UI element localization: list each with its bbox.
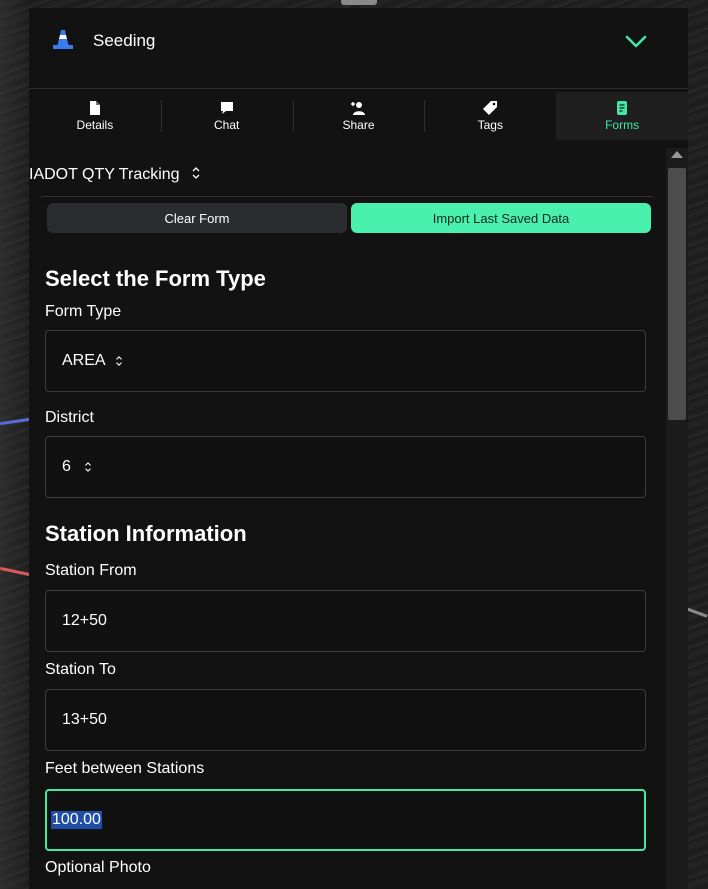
tab-label: Details bbox=[76, 118, 114, 132]
section-title: Station Information bbox=[45, 521, 247, 546]
feature-panel: Seeding Details Chat Share Tags Forms IA… bbox=[29, 8, 688, 889]
tab-label: Chat bbox=[214, 118, 240, 132]
tab-chat[interactable]: Chat bbox=[160, 92, 293, 140]
scroll-thumb[interactable] bbox=[668, 168, 686, 420]
updown-icon bbox=[115, 356, 122, 366]
field-label: Form Type bbox=[45, 303, 122, 320]
tab-bar: Details Chat Share Tags Forms bbox=[29, 92, 688, 140]
field-label: Station To bbox=[45, 661, 116, 678]
field-label: Station From bbox=[45, 562, 137, 579]
field-label: Optional Photo bbox=[45, 859, 151, 876]
tab-label: Tags bbox=[477, 118, 503, 132]
form-type-select[interactable]: AREA bbox=[45, 330, 646, 392]
drag-handle[interactable] bbox=[341, 0, 377, 5]
document-icon bbox=[89, 101, 100, 115]
scroll-up-arrow-icon[interactable] bbox=[671, 151, 683, 158]
field-label: District bbox=[45, 409, 94, 426]
updown-icon bbox=[85, 462, 91, 472]
form-type-value: AREA bbox=[62, 352, 106, 369]
tab-details[interactable]: Details bbox=[29, 92, 161, 140]
district-select[interactable]: 6 bbox=[45, 436, 646, 498]
form-selector[interactable]: IADOT QTY Tracking bbox=[29, 166, 202, 184]
traffic-cone-icon bbox=[53, 30, 73, 49]
tag-icon bbox=[483, 101, 498, 115]
feet-between-stations-input[interactable]: 100.00 bbox=[45, 789, 646, 851]
import-last-saved-button[interactable]: Import Last Saved Data bbox=[351, 203, 651, 233]
tab-share[interactable]: Share bbox=[292, 92, 425, 140]
chat-bubble-icon bbox=[220, 102, 233, 114]
selector-divider bbox=[41, 196, 653, 197]
field-label: Feet between Stations bbox=[45, 760, 205, 777]
updown-icon bbox=[192, 167, 200, 179]
tab-label: Share bbox=[342, 118, 375, 132]
station-from-value: 12+50 bbox=[62, 612, 107, 629]
tab-tags[interactable]: Tags bbox=[424, 92, 556, 140]
clear-form-button[interactable]: Clear Form bbox=[47, 203, 347, 233]
section-title: Select the Form Type bbox=[45, 266, 266, 291]
chevron-down-icon[interactable] bbox=[624, 34, 648, 50]
form-content: IADOT QTY Tracking Clear Form Import Las… bbox=[29, 148, 666, 889]
feature-title: Seeding bbox=[93, 31, 156, 50]
form-selector-label: IADOT QTY Tracking bbox=[29, 166, 180, 183]
district-value: 6 bbox=[62, 458, 71, 475]
scrollbar[interactable] bbox=[666, 148, 688, 889]
tab-label: Forms bbox=[605, 118, 640, 132]
header-divider bbox=[29, 88, 688, 89]
feet-value: 100.00 bbox=[51, 811, 102, 829]
tab-forms[interactable]: Forms bbox=[556, 92, 688, 140]
add-user-icon bbox=[351, 102, 366, 115]
station-to-input[interactable]: 13+50 bbox=[45, 689, 646, 751]
station-to-value: 13+50 bbox=[62, 711, 107, 728]
map-road-line bbox=[0, 566, 30, 577]
station-from-input[interactable]: 12+50 bbox=[45, 590, 646, 652]
panel-header: Seeding bbox=[29, 8, 688, 84]
map-road-line bbox=[0, 417, 31, 426]
form-icon bbox=[617, 101, 628, 115]
